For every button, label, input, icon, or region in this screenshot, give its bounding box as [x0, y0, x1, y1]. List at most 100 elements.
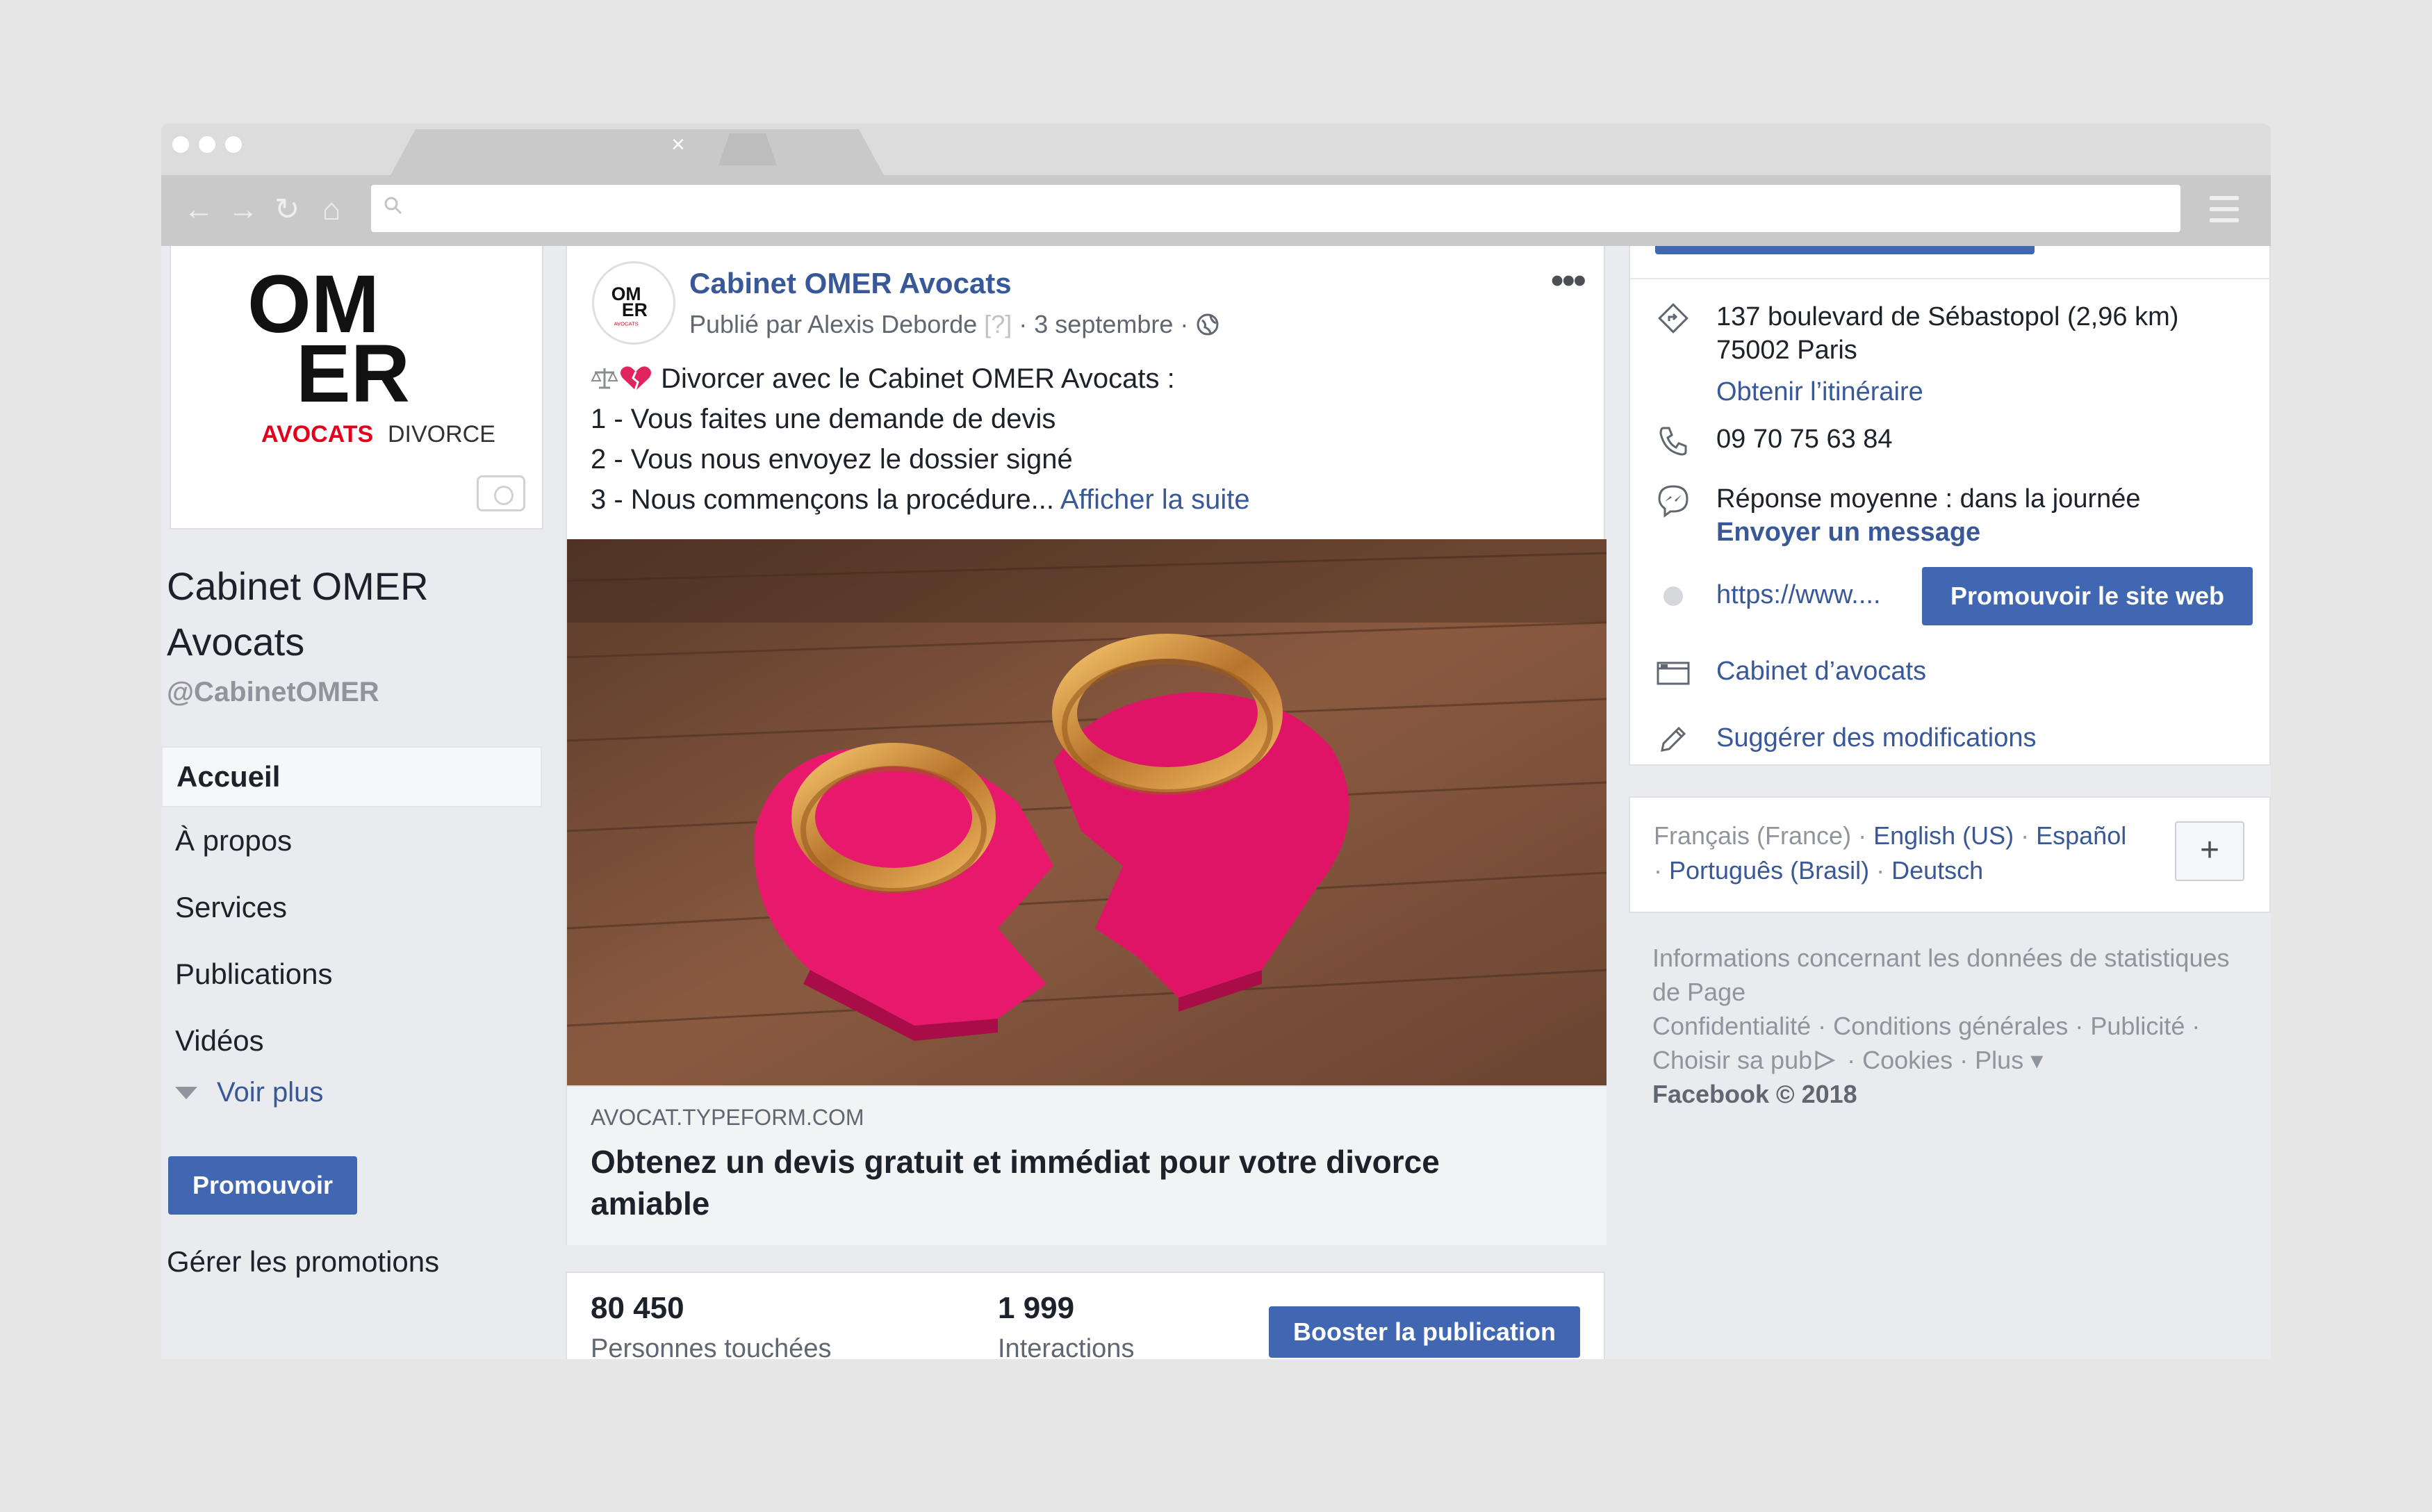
omer-logo: OM ER AVOCATS DIVORCE [247, 258, 495, 447]
suggest-edits-link[interactable]: Suggérer des modifications [1716, 721, 2036, 755]
stat-reach-label: Personnes touchées [591, 1334, 832, 1359]
manage-promotions-link[interactable]: Gérer les promotions [167, 1245, 439, 1279]
nav-buttons: ← → ↻ ⌂ [183, 193, 346, 227]
category-link[interactable]: Cabinet d’avocats [1716, 655, 1926, 688]
directions-link[interactable]: Obtenir l’itinéraire [1716, 375, 2178, 409]
help-mark[interactable]: [?] [984, 310, 1012, 339]
rings-photo [567, 539, 1607, 1085]
post-body: Divorcer avec le Cabinet OMER Avocats : … [591, 359, 1584, 520]
add-language-button[interactable]: + [2175, 821, 2244, 881]
link-title[interactable]: Obtenez un devis gratuit et immédiat pou… [591, 1141, 1563, 1224]
browser-tab[interactable] [391, 129, 884, 175]
page-title: Cabinet OMER Avocats [167, 564, 429, 664]
sidebar-item-accueil[interactable]: Accueil [161, 746, 542, 807]
website-icon [1663, 586, 1683, 606]
balance-scale-icon [591, 368, 618, 389]
meta-separator: · [1019, 310, 1028, 338]
globe-icon [1197, 313, 1219, 336]
language-list: Français (France) · English (US) · Españ… [1654, 821, 2127, 885]
directions-icon [1658, 303, 1689, 334]
page-handle[interactable]: @CabinetOMER [167, 677, 379, 708]
svg-text:ER: ER [622, 299, 648, 320]
browser-tab-bar: × [161, 124, 2271, 175]
profile-picture-box[interactable]: OM ER AVOCATS DIVORCE [170, 246, 543, 529]
home-icon[interactable]: ⌂ [317, 193, 346, 227]
sidebar-item-videos[interactable]: Vidéos [161, 1008, 542, 1074]
footer: Informations concernant les données de s… [1652, 941, 2250, 1111]
link-preview[interactable]: AVOCAT.TYPEFORM.COM Obtenez un devis gra… [567, 1085, 1607, 1245]
post-line-4: 3 - Nous commençons la procédure... Affi… [591, 484, 1250, 515]
post-date[interactable]: 3 septembre [1034, 310, 1173, 339]
language-current: Français (France) [1654, 821, 1852, 850]
stat-interactions: 1 999 Interactions [998, 1291, 1134, 1359]
messenger-icon [1658, 485, 1689, 518]
address-row: 137 boulevard de Sébastopol (2,96 km) 75… [1655, 300, 2178, 409]
adchoices-icon[interactable] [1812, 1049, 1840, 1071]
post-insights: 80 450 Personnes touchées 1 999 Interact… [566, 1272, 1605, 1359]
window-minimize-dot[interactable] [199, 136, 215, 153]
post-card: OM ER AVOCATS Cabinet OMER Avocats Publi… [566, 246, 1607, 1245]
sidebar-item-a-propos[interactable]: À propos [161, 807, 542, 874]
camera-icon[interactable] [477, 475, 525, 511]
language-german[interactable]: Deutsch [1891, 856, 1983, 885]
see-more-link[interactable]: Afficher la suite [1060, 484, 1250, 515]
reload-icon[interactable]: ↻ [272, 193, 302, 227]
back-icon[interactable]: ← [183, 193, 214, 227]
boost-post-button[interactable]: Booster la publication [1269, 1306, 1580, 1358]
published-by: Publié par Alexis Deborde [689, 310, 978, 338]
post-image-rings[interactable] [567, 539, 1607, 1085]
svg-text:AVOCATS: AVOCATS [614, 320, 639, 327]
sidebar-item-publications[interactable]: Publications [161, 941, 542, 1008]
phone-number[interactable]: 09 70 75 63 84 [1716, 422, 1893, 456]
category-icon [1657, 662, 1690, 685]
window-controls [172, 136, 242, 153]
window-maximize-dot[interactable] [225, 136, 242, 153]
pencil-icon [1661, 726, 1686, 752]
promote-button[interactable]: Promouvoir [168, 1156, 357, 1215]
language-english[interactable]: English (US) [1873, 821, 2014, 850]
stat-reach-value: 80 450 [591, 1291, 684, 1325]
page-avatar[interactable]: OM ER AVOCATS [592, 261, 675, 345]
browser-window: × ← → ↻ ⌂ OM ER AVOCATS DIVORCE Cabinet … [161, 124, 2271, 1359]
post-more-menu[interactable]: ••• [1551, 260, 1586, 302]
send-message-link[interactable]: Envoyer un message [1716, 516, 2141, 549]
page-insights-info-link[interactable]: Informations concernant les données de s… [1652, 941, 2250, 1009]
sidebar-item-services[interactable]: Services [161, 874, 542, 941]
footer-links[interactable]: Confidentialité · Conditions générales ·… [1652, 1009, 2250, 1077]
browser-menu-icon[interactable] [2210, 196, 2239, 222]
promote-website-button[interactable]: Promouvoir le site web [1922, 567, 2253, 625]
phone-icon [1659, 427, 1687, 456]
post-line-3: 2 - Vous nous envoyez le dossier signé [591, 444, 1073, 475]
suggest-row: Suggérer des modifications [1655, 721, 2036, 757]
top-action-button[interactable] [1655, 246, 2035, 254]
address-bar[interactable] [371, 185, 2180, 232]
language-portuguese[interactable]: Português (Brasil) [1669, 856, 1869, 885]
browser-toolbar: ← → ↻ ⌂ [161, 175, 2271, 246]
address-line-2: 75002 Paris [1716, 336, 1857, 365]
search-icon [384, 197, 402, 215]
broken-heart-icon [621, 366, 651, 391]
tab-close-icon[interactable]: × [671, 131, 685, 158]
sidebar-see-more[interactable]: Voir plus [175, 1077, 323, 1108]
website-link[interactable]: https://www.... [1716, 578, 1881, 611]
post-author-link[interactable]: Cabinet OMER Avocats [689, 267, 1012, 300]
link-domain: AVOCAT.TYPEFORM.COM [591, 1105, 864, 1130]
forward-icon[interactable]: → [228, 193, 258, 227]
category-row: Cabinet d’avocats [1655, 655, 1926, 691]
post-line-1: Divorcer avec le Cabinet OMER Avocats : [591, 359, 1584, 399]
meta-separator-2: · [1180, 310, 1189, 338]
stat-interactions-value: 1 999 [998, 1291, 1075, 1325]
svg-text:DIVORCE: DIVORCE [388, 421, 495, 447]
svg-text:ER: ER [296, 328, 410, 420]
response-row: Réponse moyenne : dans la journée Envoye… [1655, 482, 2141, 549]
divider [1630, 278, 2271, 279]
window-close-dot[interactable] [172, 136, 189, 153]
language-spanish[interactable]: Español [2036, 821, 2126, 850]
language-box: Français (France) · English (US) · Españ… [1629, 796, 2271, 913]
post-line-2: 1 - Vous faites une demande de devis [591, 404, 1056, 434]
page-info-box: 137 boulevard de Sébastopol (2,96 km) 75… [1629, 246, 2271, 766]
svg-text:AVOCATS: AVOCATS [261, 421, 373, 447]
see-more-label: Voir plus [217, 1077, 324, 1108]
response-time: Réponse moyenne : dans la journée [1716, 484, 2141, 513]
stat-reach: 80 450 Personnes touchées [591, 1291, 831, 1359]
